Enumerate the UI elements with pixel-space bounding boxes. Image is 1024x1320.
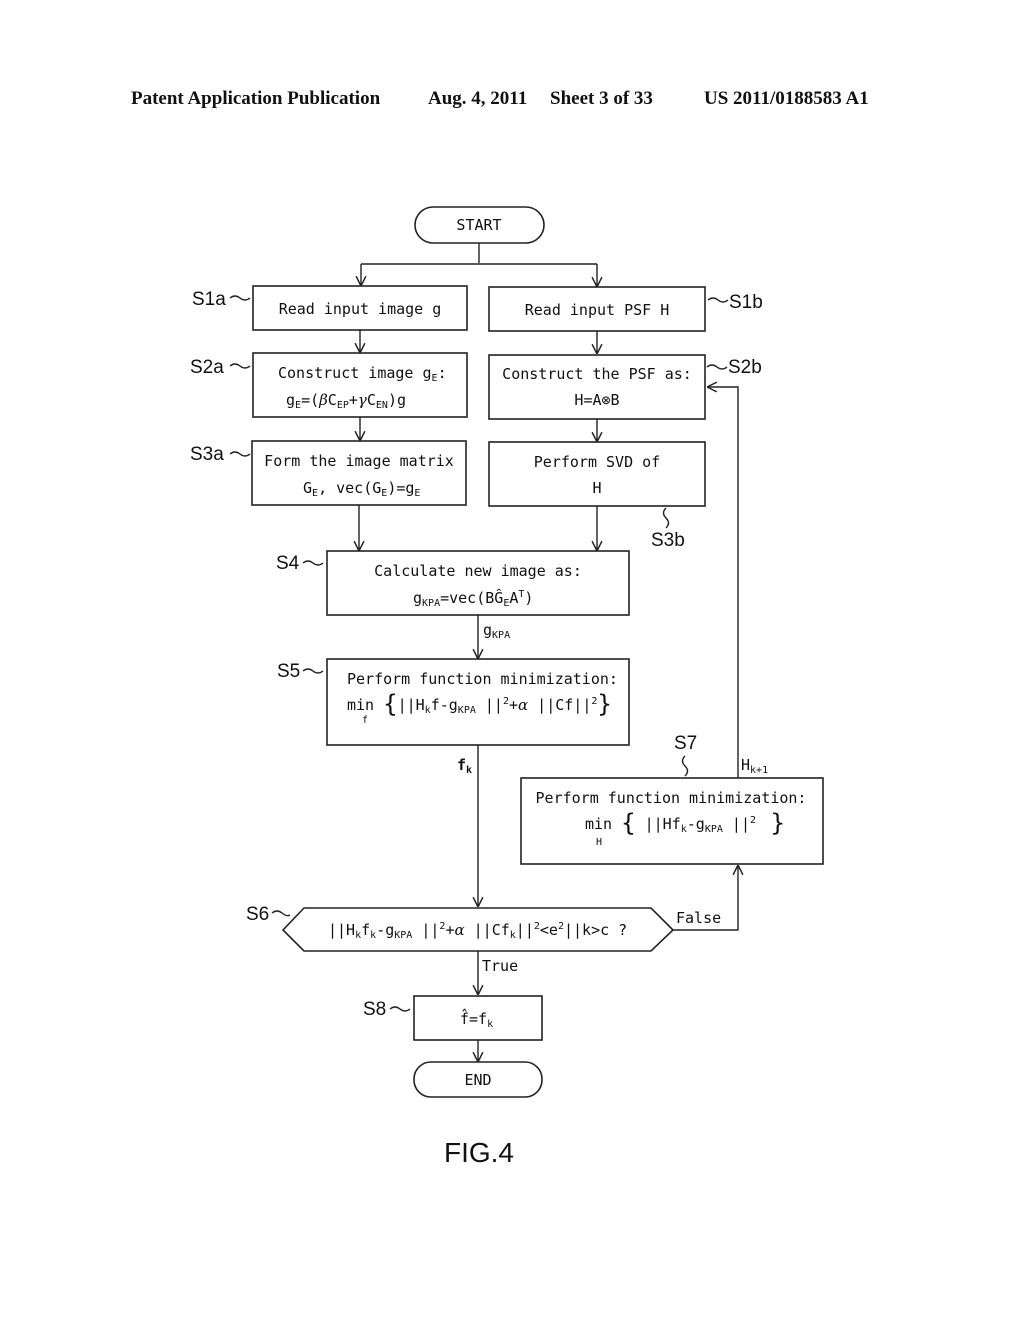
step-s3b-line2: H <box>592 479 601 497</box>
step-s2a-line1: Construct image gE: <box>278 364 447 384</box>
step-s1a-text: Read input image g <box>279 300 442 318</box>
step-s3a-label: S3a <box>190 444 224 465</box>
step-s5: Perform function minimization: min {||Hk… <box>277 658 630 746</box>
step-s3a-line2: GE, vec(GE)=gE <box>303 479 420 499</box>
step-s8: f̂=fk S8 <box>363 995 543 1041</box>
edge-label-true: True <box>482 957 518 975</box>
step-s4-label: S4 <box>276 553 300 574</box>
step-s2b-line2: H=A⊗B <box>574 391 619 409</box>
figure-label: FIG.4 <box>444 1137 514 1168</box>
step-s6-label: S6 <box>246 904 269 925</box>
edge-label-false: False <box>676 909 721 927</box>
step-s3b-label: S3b <box>651 530 685 551</box>
step-s1a: Read input image g S1a <box>192 285 468 331</box>
step-s7-label: S7 <box>674 733 697 754</box>
step-s7-line1: Perform function minimization: <box>536 789 807 807</box>
edge-label-fk: fk <box>457 756 472 776</box>
step-s4: Calculate new image as: gKPA=vec(BĜEAT) … <box>276 550 630 616</box>
step-s5-min-sub: f <box>362 715 368 726</box>
step-s6-decision: ||Hkfk-gKPA ||2+α ||Cfk||2<e2||k>c ? S6 <box>246 904 675 952</box>
step-s3a: Form the image matrix GE, vec(GE)=gE S3a <box>190 440 467 506</box>
edge-label-hk1: Hk+1 <box>741 756 768 776</box>
step-s1b-text: Read input PSF H <box>525 301 670 319</box>
end-label: END <box>464 1071 491 1089</box>
step-s1b-label: S1b <box>729 292 763 313</box>
flowchart: START Read input image g S1a Read input … <box>190 206 824 1168</box>
feedback-arrow <box>708 387 739 778</box>
end-terminal: END <box>413 1061 543 1098</box>
step-s2a: Construct image gE: gE=(βCEP+γCEN)g S2a <box>190 352 468 418</box>
step-s1a-label: S1a <box>192 289 226 310</box>
step-s2b-line1: Construct the PSF as: <box>502 365 692 383</box>
step-s1b: Read input PSF H S1b <box>488 286 763 332</box>
edge-label-gkpa: gKPA <box>483 621 510 641</box>
step-s3b-line1: Perform SVD of <box>534 453 660 471</box>
start-terminal: START <box>414 206 545 244</box>
step-s2b-label: S2b <box>728 357 762 378</box>
step-s5-label: S5 <box>277 661 300 682</box>
step-s2a-label: S2a <box>190 357 224 378</box>
step-s4-line1: Calculate new image as: <box>374 562 582 580</box>
step-s7-min-sub: H <box>596 837 602 848</box>
step-s8-label: S8 <box>363 999 386 1020</box>
start-label: START <box>456 216 501 234</box>
step-s7: Perform function minimization: min { ||H… <box>520 733 824 865</box>
step-s3a-line1: Form the image matrix <box>264 452 454 470</box>
step-s5-line1: Perform function minimization: <box>347 670 618 688</box>
